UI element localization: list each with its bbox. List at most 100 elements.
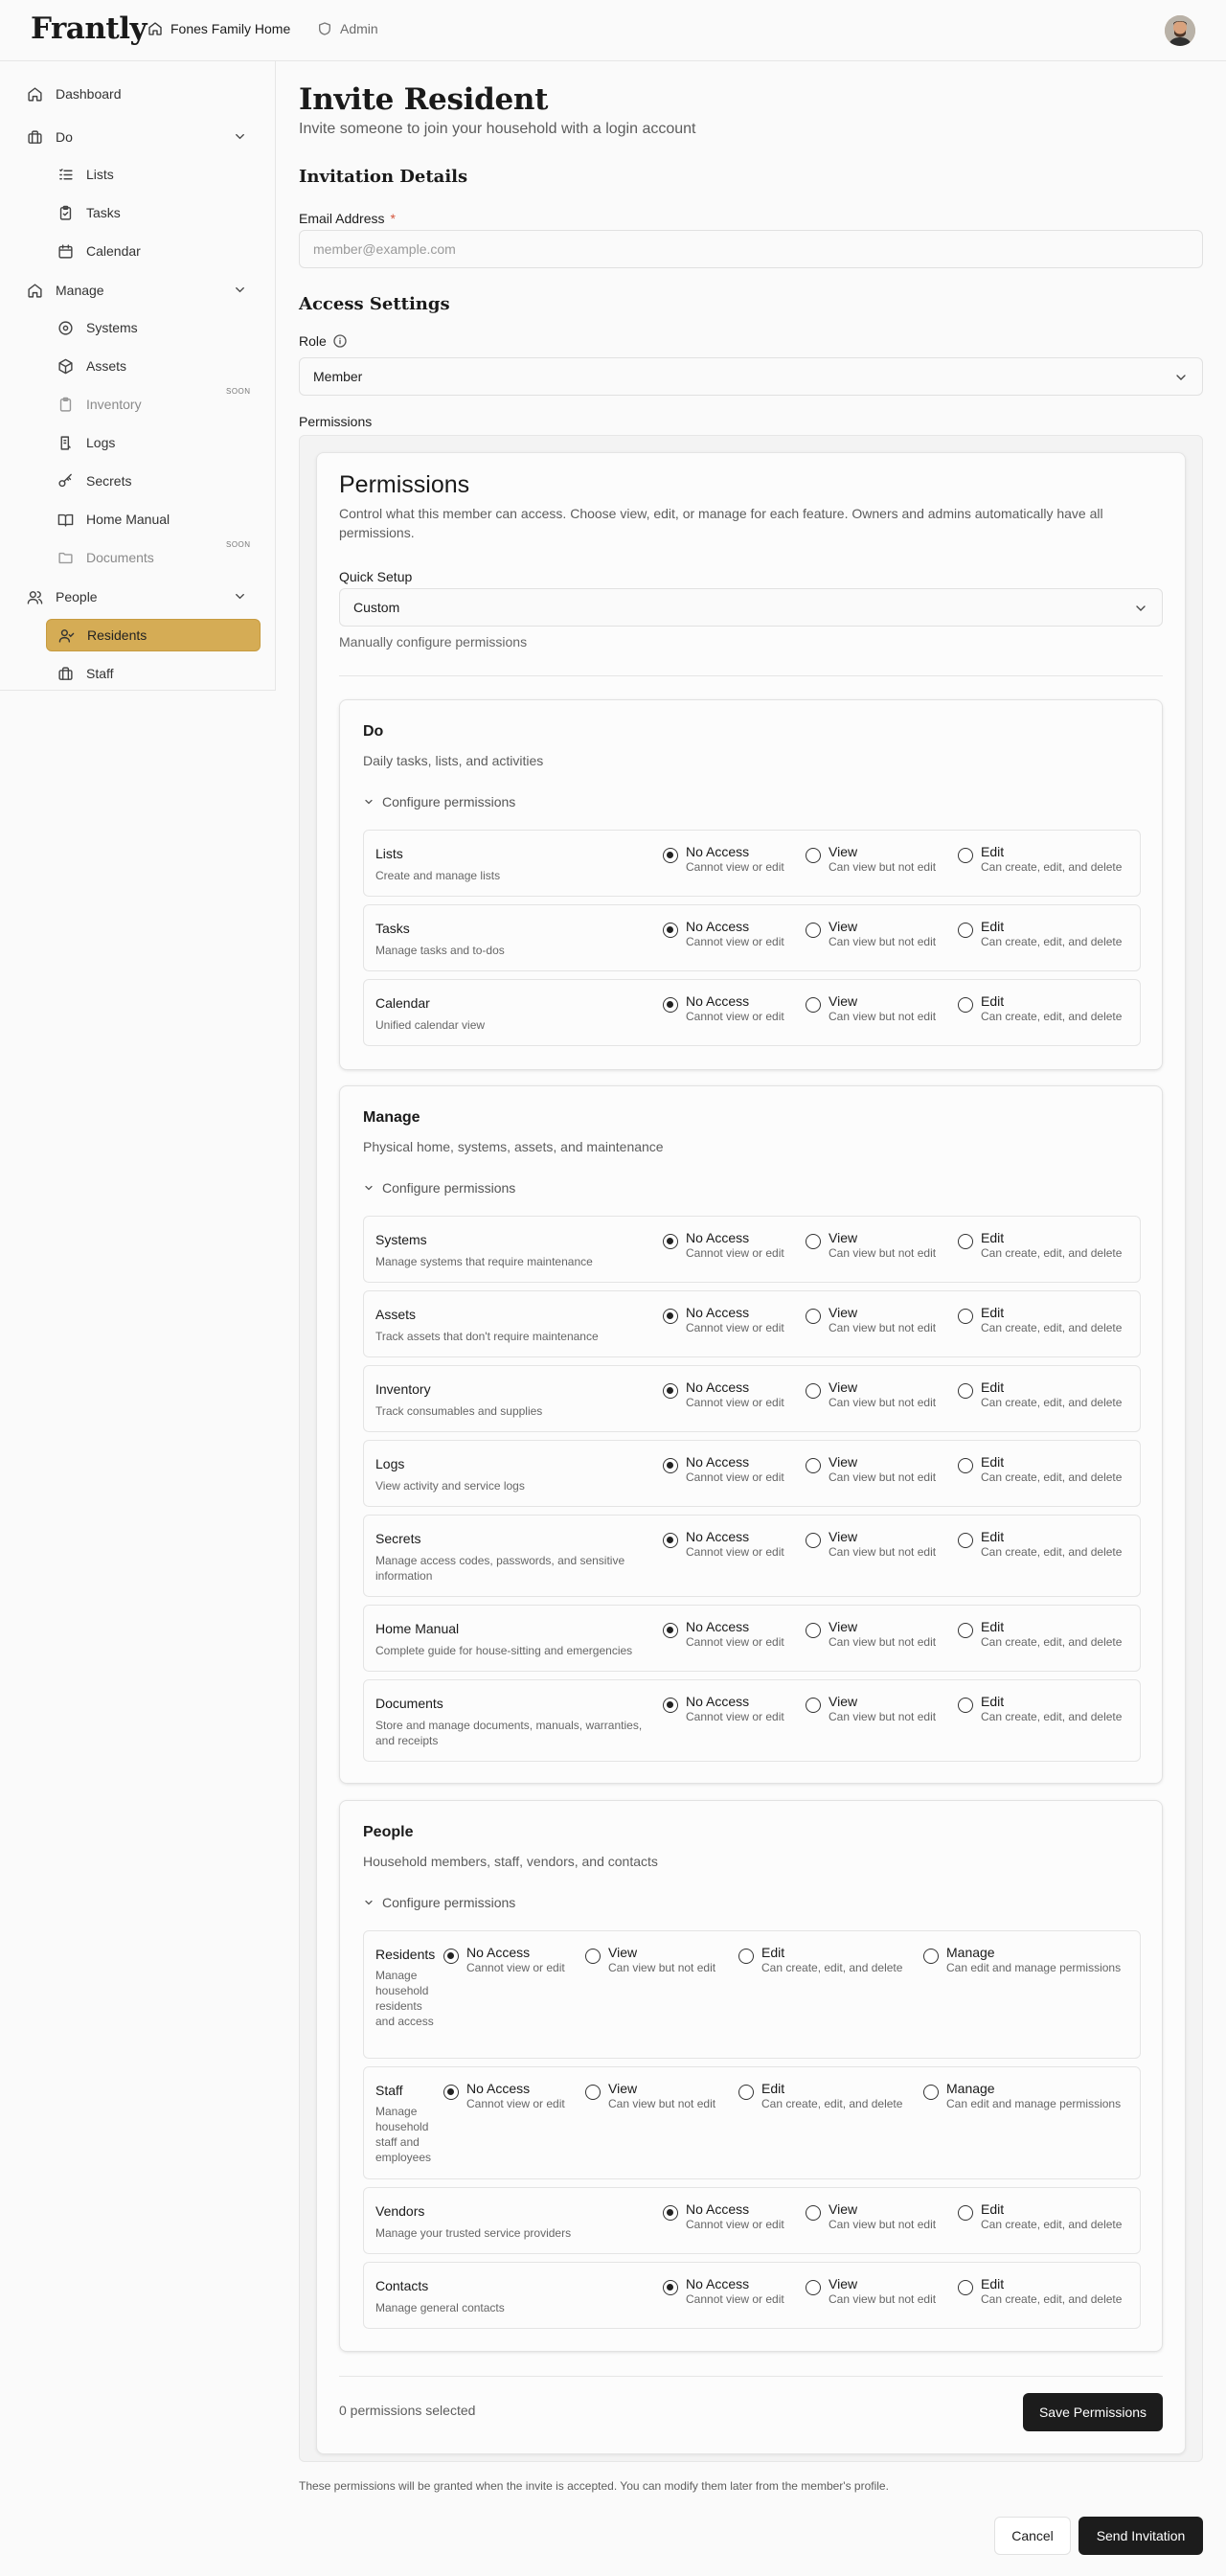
radio-button[interactable] xyxy=(958,848,973,863)
radio-button[interactable] xyxy=(806,1309,821,1324)
permission-option-manage[interactable]: Manage Can edit and manage permissions xyxy=(923,1945,1121,1979)
radio-button[interactable] xyxy=(806,1533,821,1548)
permission-option-edit[interactable]: Edit Can create, edit, and delete xyxy=(958,1529,1122,1563)
permission-option-edit[interactable]: Edit Can create, edit, and delete xyxy=(738,2081,902,2115)
radio-button[interactable] xyxy=(958,1458,973,1473)
sidebar-item-calendar[interactable]: Calendar xyxy=(46,235,261,267)
radio-button[interactable] xyxy=(958,923,973,938)
permission-option-no-access[interactable]: No Access Cannot view or edit xyxy=(663,2201,806,2236)
radio-button[interactable] xyxy=(585,2085,601,2100)
radio-button[interactable] xyxy=(663,997,678,1013)
radio-button[interactable] xyxy=(923,1949,939,1964)
radio-button[interactable] xyxy=(663,848,678,863)
permission-option-view[interactable]: View Can view but not edit xyxy=(806,1619,949,1653)
permission-option-edit[interactable]: Edit Can create, edit, and delete xyxy=(958,1230,1122,1265)
radio-button[interactable] xyxy=(806,997,821,1013)
permission-option-edit[interactable]: Edit Can create, edit, and delete xyxy=(958,1305,1122,1339)
chevron-down-icon[interactable] xyxy=(233,589,247,604)
household-switcher[interactable]: Fones Family Home xyxy=(148,21,290,36)
chevron-down-icon[interactable] xyxy=(233,283,247,297)
permission-option-no-access[interactable]: No Access Cannot view or edit xyxy=(443,2081,587,2115)
permission-option-no-access[interactable]: No Access Cannot view or edit xyxy=(663,919,806,953)
admin-link[interactable]: Admin xyxy=(317,21,378,36)
permission-option-view[interactable]: View Can view but not edit xyxy=(806,1454,949,1489)
avatar[interactable] xyxy=(1165,15,1195,46)
permission-option-view[interactable]: View Can view but not edit xyxy=(585,2081,729,2115)
radio-button[interactable] xyxy=(958,1533,973,1548)
permission-option-view[interactable]: View Can view but not edit xyxy=(806,1529,949,1563)
permission-option-edit[interactable]: Edit Can create, edit, and delete xyxy=(958,993,1122,1028)
sidebar-item-assets[interactable]: Assets xyxy=(46,350,261,382)
permission-option-edit[interactable]: Edit Can create, edit, and delete xyxy=(958,919,1122,953)
permission-option-no-access[interactable]: No Access Cannot view or edit xyxy=(663,1454,806,1489)
configure-permissions-toggle[interactable]: Configure permissions xyxy=(363,1180,515,1196)
sidebar-item-tasks[interactable]: Tasks xyxy=(46,196,261,229)
radio-button[interactable] xyxy=(585,1949,601,1964)
radio-button[interactable] xyxy=(958,2205,973,2221)
radio-button[interactable] xyxy=(806,923,821,938)
quick-setup-select[interactable]: Custom xyxy=(339,588,1163,627)
radio-button[interactable] xyxy=(958,1623,973,1638)
permission-option-view[interactable]: View Can view but not edit xyxy=(806,1305,949,1339)
radio-button[interactable] xyxy=(806,1383,821,1399)
radio-button[interactable] xyxy=(738,1949,754,1964)
permission-option-view[interactable]: View Can view but not edit xyxy=(806,2201,949,2236)
configure-permissions-toggle[interactable]: Configure permissions xyxy=(363,794,515,809)
permission-option-view[interactable]: View Can view but not edit xyxy=(806,844,949,878)
permission-option-no-access[interactable]: No Access Cannot view or edit xyxy=(663,1694,806,1728)
permission-option-no-access[interactable]: No Access Cannot view or edit xyxy=(443,1945,587,1979)
sidebar-section-people[interactable]: People xyxy=(27,581,261,613)
permission-option-edit[interactable]: Edit Can create, edit, and delete xyxy=(958,1619,1122,1653)
permission-option-no-access[interactable]: No Access Cannot view or edit xyxy=(663,1529,806,1563)
radio-button[interactable] xyxy=(663,1458,678,1473)
radio-button[interactable] xyxy=(663,1698,678,1713)
radio-button[interactable] xyxy=(958,1698,973,1713)
email-field[interactable]: member@example.com xyxy=(299,230,1203,268)
radio-button[interactable] xyxy=(958,1234,973,1249)
role-select[interactable]: Member xyxy=(299,357,1203,396)
send-invitation-button[interactable]: Send Invitation xyxy=(1078,2517,1203,2555)
radio-button[interactable] xyxy=(806,1698,821,1713)
permission-option-view[interactable]: View Can view but not edit xyxy=(806,919,949,953)
radio-button[interactable] xyxy=(923,2085,939,2100)
radio-button[interactable] xyxy=(806,1623,821,1638)
sidebar-item-logs[interactable]: Logs xyxy=(46,426,261,459)
radio-button[interactable] xyxy=(806,1458,821,1473)
radio-button[interactable] xyxy=(663,1383,678,1399)
permission-option-no-access[interactable]: No Access Cannot view or edit xyxy=(663,1305,806,1339)
permission-option-edit[interactable]: Edit Can create, edit, and delete xyxy=(958,844,1122,878)
permission-option-view[interactable]: View Can view but not edit xyxy=(806,2276,949,2311)
radio-button[interactable] xyxy=(806,1234,821,1249)
sidebar-item-secrets[interactable]: Secrets xyxy=(46,465,261,497)
radio-button[interactable] xyxy=(663,1623,678,1638)
info-icon[interactable] xyxy=(332,333,348,349)
radio-button[interactable] xyxy=(443,2085,459,2100)
permission-option-no-access[interactable]: No Access Cannot view or edit xyxy=(663,993,806,1028)
permission-option-view[interactable]: View Can view but not edit xyxy=(585,1945,729,1979)
sidebar-item-residents[interactable]: Residents xyxy=(46,619,261,651)
permission-option-edit[interactable]: Edit Can create, edit, and delete xyxy=(958,2276,1122,2311)
sidebar-item-home-manual[interactable]: Home Manual xyxy=(46,503,261,536)
cancel-button[interactable]: Cancel xyxy=(994,2517,1071,2555)
permission-option-no-access[interactable]: No Access Cannot view or edit xyxy=(663,1230,806,1265)
sidebar-item-staff[interactable]: Staff xyxy=(46,657,261,690)
radio-button[interactable] xyxy=(663,1533,678,1548)
radio-button[interactable] xyxy=(663,923,678,938)
permission-option-no-access[interactable]: No Access Cannot view or edit xyxy=(663,1379,806,1414)
radio-button[interactable] xyxy=(663,2205,678,2221)
radio-button[interactable] xyxy=(958,1383,973,1399)
permission-option-view[interactable]: View Can view but not edit xyxy=(806,1230,949,1265)
sidebar-item-lists[interactable]: Lists xyxy=(46,158,261,191)
permission-option-edit[interactable]: Edit Can create, edit, and delete xyxy=(958,1694,1122,1728)
radio-button[interactable] xyxy=(958,1309,973,1324)
radio-button[interactable] xyxy=(958,997,973,1013)
permission-option-edit[interactable]: Edit Can create, edit, and delete xyxy=(738,1945,902,1979)
permission-option-view[interactable]: View Can view but not edit xyxy=(806,1379,949,1414)
radio-button[interactable] xyxy=(958,2280,973,2295)
radio-button[interactable] xyxy=(663,1234,678,1249)
permission-option-edit[interactable]: Edit Can create, edit, and delete xyxy=(958,1454,1122,1489)
configure-permissions-toggle[interactable]: Configure permissions xyxy=(363,1895,515,1910)
radio-button[interactable] xyxy=(806,2205,821,2221)
brand-logo[interactable]: Frantly xyxy=(31,11,148,46)
permission-option-edit[interactable]: Edit Can create, edit, and delete xyxy=(958,2201,1122,2236)
